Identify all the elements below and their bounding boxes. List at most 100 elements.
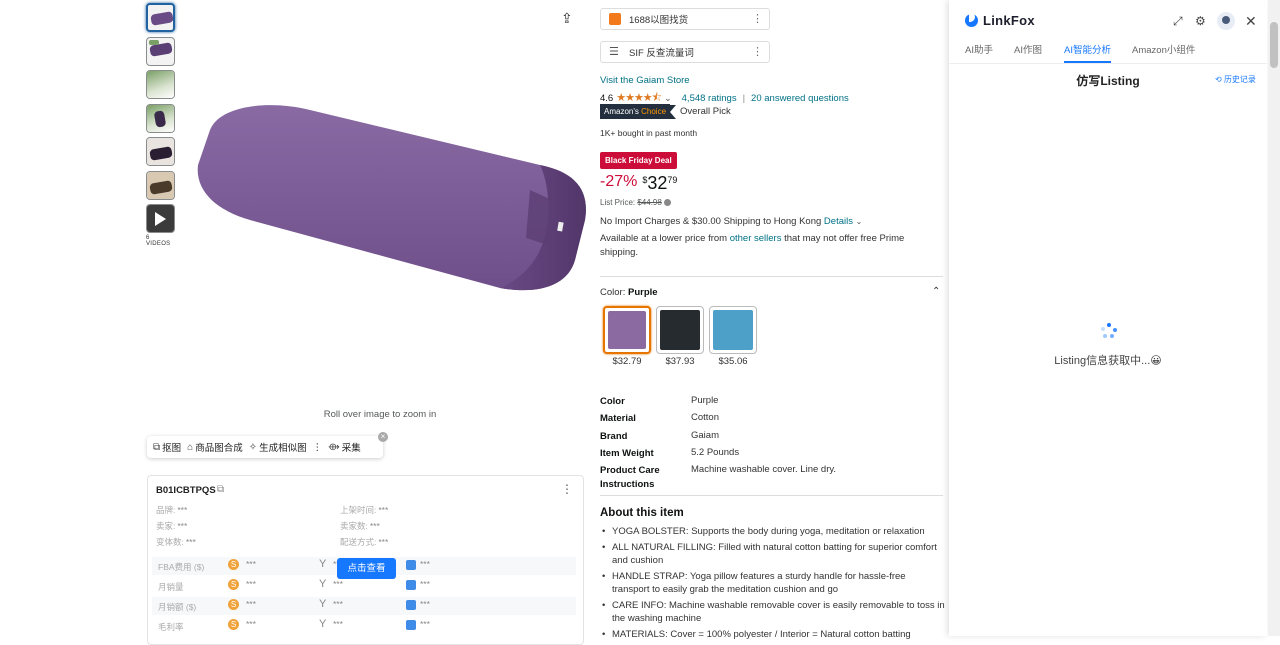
metric-row: 月销量 S *** Y *** *** [158,578,430,592]
s-icon: S [228,559,239,570]
thumbnail-strip: 6 VIDEOS [146,3,176,247]
thumbnail-2[interactable] [146,36,175,66]
bought-count: 1K+ bought in past month [600,128,698,138]
y-icon: Y [319,598,327,610]
rating-value: 4.6 [600,93,614,104]
history-link[interactable]: ⟲ 历史记录 [1215,74,1256,85]
main-product-image[interactable] [180,70,590,330]
questions-link[interactable]: 20 answered questions [751,93,849,104]
field-variants: 变体数: *** [156,537,196,547]
availability: Available at a lower price from other se… [600,233,905,258]
price: -27% $ 32 79 [600,173,677,194]
amazons-choice-badge[interactable]: Amazon's Choice Overall Pick [600,104,731,119]
compose-tool[interactable]: ⌂ 商品图合成 [187,440,243,455]
toolbar-close-icon[interactable]: × [378,432,388,442]
scrollbar[interactable] [1268,0,1280,636]
field-brand: 品牌: *** [156,505,188,515]
sif-keyword-label: SIF 反查流量词 [629,48,694,59]
list-icon: ☰ [609,46,619,58]
y-icon: Y [319,578,327,590]
edit-icon [406,580,416,590]
field-listed: 上架时间: *** [340,505,389,515]
thumbnail-video[interactable] [146,204,175,233]
metric-row: 毛利率 S *** Y *** *** [158,618,430,632]
list-item: ALL NATURAL FILLING: Filled with natural… [600,541,945,568]
linkfox-panel: LinkFox ⤢ ⚙ ✕ AI助手 AI作图 AI智能分析 Amazon小组件… [949,0,1267,636]
similar-tool[interactable]: ✧ 生成相似图 [249,440,307,455]
chevron-down-icon[interactable]: ⌄ [664,93,672,104]
swatch-black[interactable] [656,306,704,354]
s-icon: S [228,619,239,630]
cutout-label: 抠图 [162,443,182,454]
collect-tool[interactable]: ⟴ 采集 [328,440,361,455]
swatch-price: $37.93 [665,356,695,367]
choice-prefix: Amazon's [604,107,639,116]
more-tool[interactable]: ⋮ [313,442,323,453]
ratings-link[interactable]: 4,548 ratings [682,93,737,104]
edit-icon [406,620,416,630]
cutout-tool[interactable]: ⧉ 抠图 [153,440,182,455]
thumbnail-4[interactable] [146,103,175,133]
y-icon: Y [319,558,327,570]
linkfox-logo-icon [965,12,978,27]
image-toolbar: ⧉ 抠图 ⌂ 商品图合成 ✧ 生成相似图 ⋮ ⟴ 采集 [147,436,383,458]
divider [600,276,943,277]
field-fulfillment: 配送方式: *** [340,537,389,547]
discount: -27% [600,173,638,190]
list-item: HANDLE STRAP: Yoga pillow features a stu… [600,570,945,597]
tab-amazon-widgets[interactable]: Amazon小组件 [1132,42,1195,56]
scrollbar-thumb[interactable] [1270,22,1278,68]
chevron-up-icon[interactable]: ⌃ [932,286,940,297]
thumbnail-1[interactable] [146,3,175,32]
choice-word: Choice [641,107,667,116]
more-icon[interactable]: ⋮ [752,45,763,58]
expand-icon[interactable]: ⤢ [1173,14,1183,29]
swatch-blue[interactable] [709,306,757,354]
tab-ai-image[interactable]: AI作图 [1014,42,1042,56]
collect-icon: ⟴ [328,441,340,453]
chevron-down-icon[interactable]: ⌄ [856,217,863,226]
zoom-hint: Roll over image to zoom in [323,409,437,420]
price-cents: 79 [667,175,678,185]
share-icon[interactable]: ⇪ [561,10,573,27]
avatar[interactable] [1217,12,1235,30]
thumbnail-3[interactable] [146,70,175,99]
thumbnail-5[interactable] [146,137,175,166]
card-more-icon[interactable]: ⋮ [561,482,573,496]
gear-icon[interactable]: ⚙ [1195,14,1206,28]
details-link[interactable]: Details [824,216,853,227]
view-data-button[interactable]: 点击查看 [337,558,396,579]
thumbnail-6[interactable] [146,170,175,200]
similar-label: 生成相似图 [259,443,307,454]
y-icon: Y [319,618,327,630]
1688-icon [609,13,621,25]
clock-icon: ⟲ [1215,75,1222,84]
tab-ai-analysis[interactable]: AI智能分析 [1064,42,1111,63]
price-whole: 32 [647,173,668,193]
sif-keyword-button[interactable]: ☰ SIF 反查流量词 ⋮ [600,41,770,63]
list-item: MATERIALS: Cover = 100% polyester / Inte… [600,628,945,642]
list-item: YOGA BOLSTER: Supports the body during y… [600,525,945,539]
swatch-purple[interactable] [603,306,651,354]
videos-count-label: 6 VIDEOS [146,234,171,247]
tab-ai-assistant[interactable]: AI助手 [965,42,993,56]
collect-label: 采集 [341,443,361,454]
linkfox-logo: LinkFox [965,12,1035,28]
overall-pick: Overall Pick [680,106,731,117]
divider [600,495,943,496]
swatch-price: $35.06 [718,356,748,367]
find-1688-button[interactable]: 1688以图找货 ⋮ [600,8,770,30]
find-1688-label: 1688以图找货 [629,15,689,26]
swatch-price: $32.79 [612,356,642,367]
info-icon[interactable] [664,199,672,207]
more-icon[interactable]: ⋮ [752,12,763,25]
other-sellers-link[interactable]: other sellers [730,233,782,244]
image-icon: ⌂ [187,441,194,453]
deal-badge: Black Friday Deal [600,152,677,169]
store-link[interactable]: Visit the Gaiam Store [600,75,690,86]
separator: | [742,93,746,104]
copy-icon[interactable]: ⧉ [217,484,224,495]
close-icon[interactable]: ✕ [1245,13,1257,30]
s-icon: S [228,579,239,590]
more-dots-icon: ⋮ [312,441,323,453]
